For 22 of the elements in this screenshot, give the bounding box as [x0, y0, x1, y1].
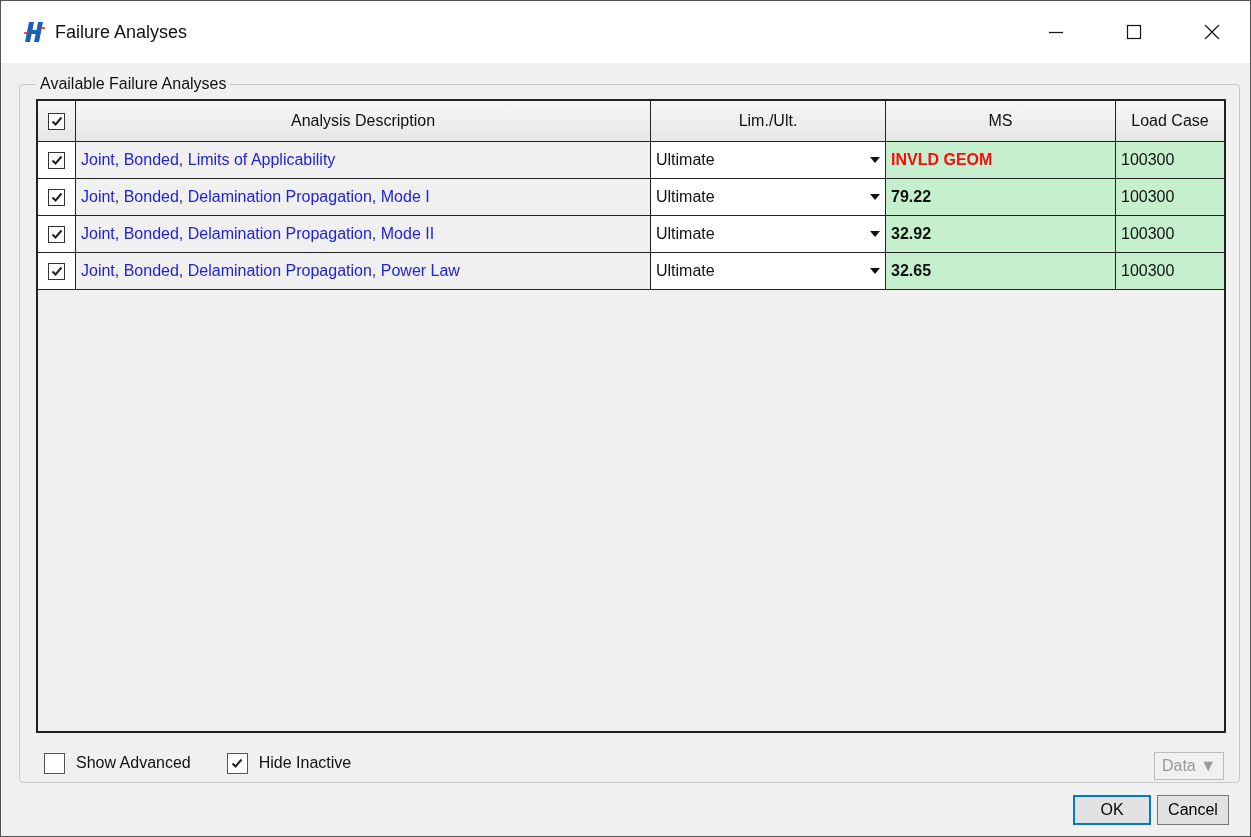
cancel-button[interactable]: Cancel	[1157, 795, 1229, 825]
option-label: Hide Inactive	[258, 754, 352, 772]
load-case-cell: 100300	[1116, 253, 1224, 289]
column-header[interactable]: MS	[886, 101, 1116, 141]
option-label: Show Advanced	[76, 754, 191, 772]
ms-cell: 32.65	[886, 253, 1116, 289]
ms-cell: INVLD GEOM	[886, 142, 1116, 178]
load-case-cell: 100300	[1116, 179, 1224, 215]
window-title: Failure Analyses	[55, 21, 188, 43]
column-header[interactable]: Lim./Ult.	[651, 101, 886, 141]
ok-button[interactable]: OK	[1073, 795, 1151, 825]
ms-cell: 79.22	[886, 179, 1116, 215]
limit-dropdown[interactable]: Ultimate	[651, 216, 886, 252]
column-header[interactable]: Analysis Description	[76, 101, 651, 141]
ms-cell: 32.92	[886, 216, 1116, 252]
column-header[interactable]: Load Case	[1116, 101, 1224, 141]
limit-dropdown[interactable]: Ultimate	[651, 142, 886, 178]
load-case-cell: 100300	[1116, 142, 1224, 178]
load-case-cell: 100300	[1116, 216, 1224, 252]
limit-dropdown[interactable]: Ultimate	[651, 253, 886, 289]
limit-dropdown[interactable]: Ultimate	[651, 179, 886, 215]
group-title: Available Failure Analyses	[39, 75, 228, 93]
